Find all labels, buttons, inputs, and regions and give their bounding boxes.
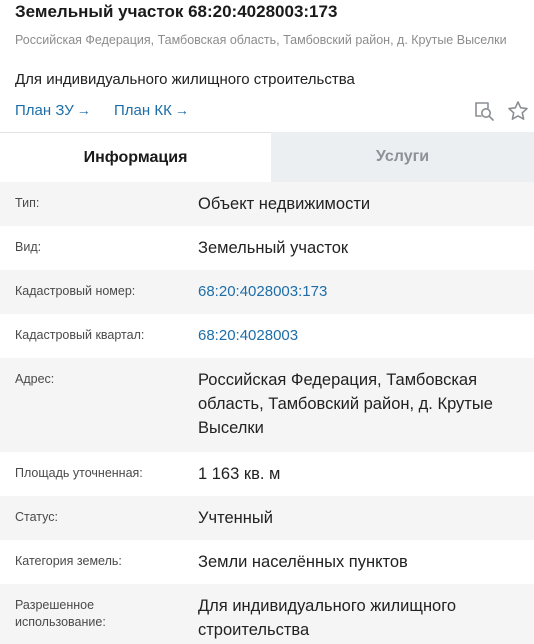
info-row-permitted-use: Разрешенное использование: Для индивидуа… <box>0 584 534 644</box>
info-row-kind: Вид: Земельный участок <box>0 226 534 270</box>
row-value: 1 163 кв. м <box>198 465 281 483</box>
row-label: Адрес: <box>15 372 55 386</box>
row-label: Разрешенное использование: <box>15 598 106 629</box>
row-value: Земельный участок <box>198 239 349 257</box>
row-value: Учтенный <box>198 509 273 527</box>
star-icon[interactable] <box>506 99 530 123</box>
object-header: Земельный участок 68:20:4028003:173 Росс… <box>0 0 534 132</box>
info-row-land-category: Категория земель: Земли населённых пункт… <box>0 540 534 584</box>
info-row-cadastral-quarter: Кадастровый квартал: 68:20:4028003 <box>0 314 534 358</box>
plan-kk-link[interactable]: План КК → <box>114 102 189 119</box>
cadastral-quarter-link[interactable]: 68:20:4028003 <box>198 324 518 348</box>
tab-information[interactable]: Информация <box>0 132 271 182</box>
arrow-right-icon: → <box>76 102 91 118</box>
cadastral-number-link[interactable]: 68:20:4028003:173 <box>198 280 518 304</box>
info-row-status: Статус: Учтенный <box>0 496 534 540</box>
tab-services[interactable]: Услуги <box>271 132 534 182</box>
plan-zu-label: План ЗУ <box>15 102 74 119</box>
search-map-icon[interactable] <box>472 99 496 123</box>
info-row-address: Адрес: Российская Федерация, Тамбовская … <box>0 358 534 452</box>
row-label: Тип: <box>15 196 40 210</box>
row-label: Кадастровый квартал: <box>15 328 145 342</box>
arrow-right-icon: → <box>174 102 189 118</box>
info-row-cadastral-number: Кадастровый номер: 68:20:4028003:173 <box>0 270 534 314</box>
row-value: Объект недвижимости <box>198 195 371 213</box>
info-row-area: Площадь уточненная: 1 163 кв. м <box>0 452 534 496</box>
purpose-text: Для индивидуального жилищного строительс… <box>15 71 355 88</box>
row-label: Категория земель: <box>15 554 122 568</box>
page-title: Земельный участок 68:20:4028003:173 <box>15 2 338 21</box>
plan-zu-link[interactable]: План ЗУ → <box>15 102 91 119</box>
row-label: Площадь уточненная: <box>15 466 143 480</box>
row-label: Вид: <box>15 240 42 254</box>
info-row-type: Тип: Объект недвижимости <box>0 182 534 226</box>
row-value: Для индивидуального жилищного строительс… <box>198 597 457 639</box>
row-label: Кадастровый номер: <box>15 284 136 298</box>
row-value: Земли населённых пунктов <box>198 553 408 571</box>
tab-bar: Информация Услуги <box>0 132 534 182</box>
row-label: Статус: <box>15 510 58 524</box>
info-table: Тип: Объект недвижимости Вид: Земельный … <box>0 182 534 644</box>
plan-kk-label: План КК <box>114 102 172 119</box>
address-subtitle: Российская Федерация, Тамбовская область… <box>15 33 507 47</box>
row-value: Российская Федерация, Тамбовская область… <box>198 371 493 437</box>
